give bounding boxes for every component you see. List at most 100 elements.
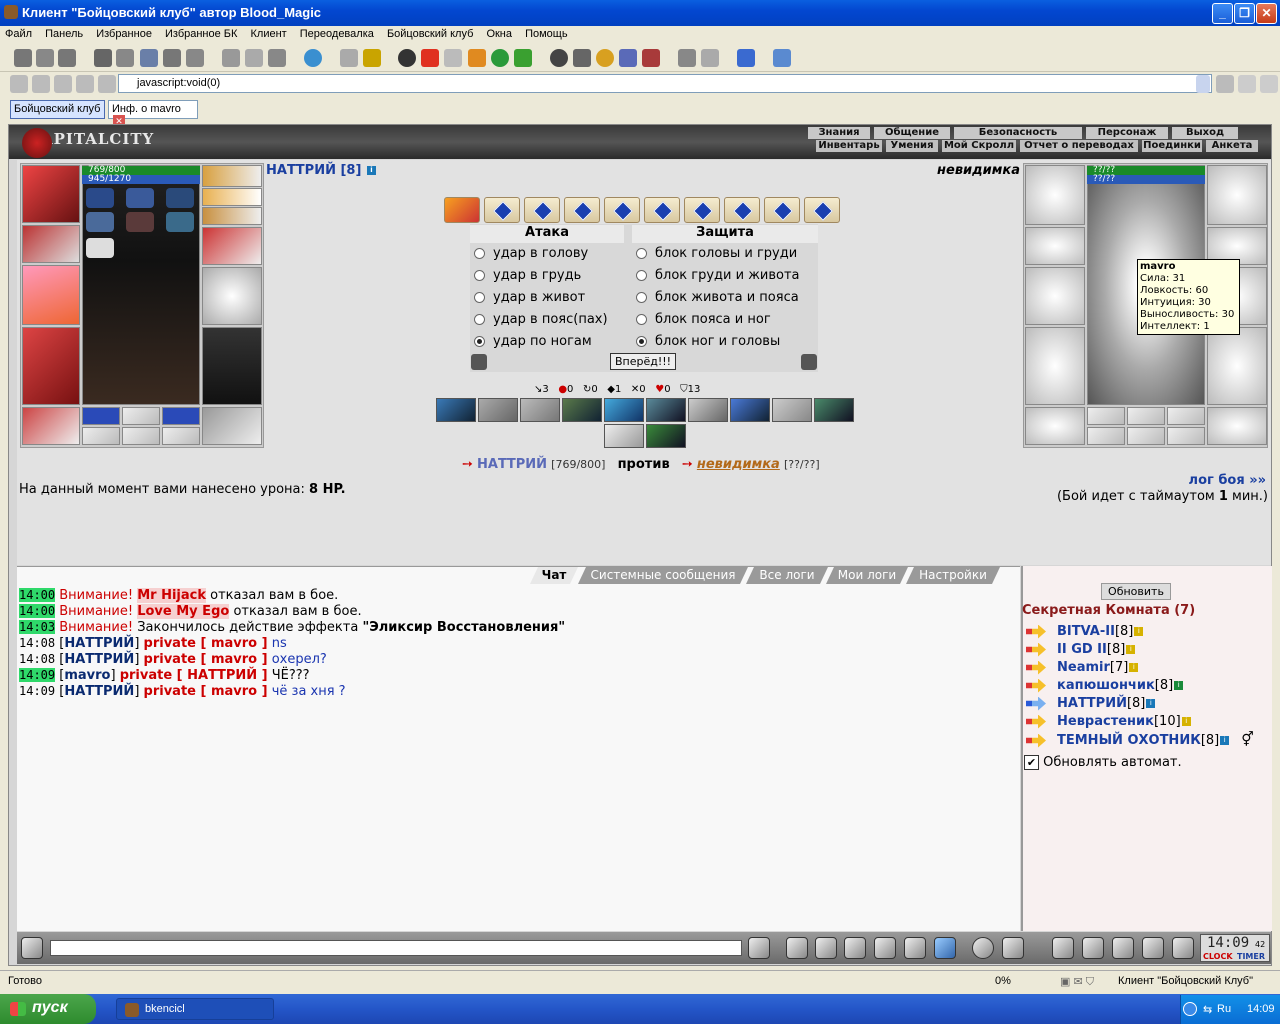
info-icon[interactable]: i [1220,736,1230,745]
user-name[interactable]: Неврастеник [1057,714,1154,729]
window-icon[interactable] [58,49,76,67]
attack-option-head[interactable]: удар в голову [474,244,588,264]
user-name[interactable]: II GD II [1057,642,1107,657]
enemy-name[interactable]: невидимка [900,163,1020,178]
menu-file[interactable]: Файл [0,26,37,42]
pet-icon[interactable] [86,238,114,258]
info-icon[interactable]: i [1181,717,1191,726]
minimize-button[interactable]: _ [1212,3,1233,24]
medal-icon[interactable] [596,49,614,67]
fight-arrow-icon[interactable] [1026,660,1046,675]
tab-mavro-info[interactable]: Инф. о mavro ✕ [108,100,198,127]
chat-username[interactable]: Mr Hijack [137,588,207,603]
play-icon[interactable] [737,49,755,67]
auto-refresh-checkbox[interactable]: ✔ [1024,755,1039,770]
info-icon[interactable]: i [1134,627,1144,636]
fight-arrow-icon[interactable] [1026,733,1046,748]
nav-profile[interactable]: Анкета [1206,140,1258,152]
fight-arrow-icon[interactable] [1026,678,1046,693]
refresh-icon[interactable] [801,354,817,370]
nav-security[interactable]: Безопасность [954,127,1082,139]
arrow-down-icon[interactable] [514,49,532,67]
defense-option-head-chest[interactable]: блок головы и груди [636,244,797,264]
fight-arrow-icon[interactable] [1026,624,1046,639]
attack-radio-selected[interactable] [474,336,485,347]
go-button[interactable]: Вперёд!!! [610,353,676,370]
smile-face-icon[interactable] [21,937,43,959]
refresh-icon[interactable] [98,75,116,93]
yin-yang-icon[interactable] [550,49,568,67]
stop-icon[interactable] [76,75,94,93]
effect-icon[interactable] [688,398,728,422]
user-item[interactable]: BITVA-II[8] i [1026,623,1144,641]
defense-option-belly-belt[interactable]: блок живота и пояса [636,288,799,308]
spell-icon[interactable] [166,212,194,232]
add-friend-icon[interactable]: ⚥ [1241,732,1254,748]
belt-slot[interactable] [22,407,80,445]
chat-sender[interactable]: НАТТРИЙ [64,652,134,667]
spell-icon[interactable] [126,212,154,232]
user-item[interactable]: Neamir[7] i [1026,659,1139,677]
defense-option-chest-belly[interactable]: блок груди и живота [636,266,800,286]
clock-widget[interactable]: 14:09 42 CLOCK TIMER [1200,934,1270,962]
user-item[interactable]: II GD II[8] i [1026,641,1136,659]
chat-private-to[interactable]: private [ mavro ] [144,636,268,651]
effect-icon[interactable] [478,398,518,422]
gift-icon[interactable] [642,49,660,67]
user-name[interactable]: BITVA-II [1057,624,1115,639]
address-dropdown-icon[interactable] [1196,75,1210,93]
chat-username[interactable]: Love My Ego [137,604,230,619]
nav-character[interactable]: Персонаж [1086,127,1168,139]
back-icon[interactable] [10,75,28,93]
tray-expand-icon[interactable] [1183,1002,1197,1016]
necklace-slot[interactable] [202,188,262,206]
figure-icon[interactable] [874,937,896,959]
info-icon[interactable] [701,49,719,67]
boots-slot[interactable] [202,407,262,445]
chat-private-to[interactable]: private [ mavro ] [144,652,268,667]
battle-log-link[interactable]: лог боя »» [1150,473,1266,488]
copy-icon[interactable] [222,49,240,67]
armor-slot[interactable] [22,327,80,405]
smiley-icon[interactable] [972,937,994,959]
attack-option-legs[interactable]: удар по ногам [474,332,592,352]
info-icon[interactable]: i [1129,663,1139,672]
info-icon[interactable]: i [1146,699,1156,708]
spell-icon[interactable] [126,188,154,208]
menu-windows[interactable]: Окна [481,26,517,42]
attack-radio[interactable] [474,248,485,259]
defense-radio[interactable] [636,248,647,259]
defense-radio[interactable] [636,314,647,325]
swords-icon[interactable] [573,49,591,67]
export-icon[interactable] [773,49,791,67]
effect-icon[interactable] [772,398,812,422]
filter-icon[interactable] [815,937,837,959]
menu-client[interactable]: Клиент [246,26,292,42]
tab-fight-club[interactable]: Бойцовский клуб [10,100,105,119]
tab-chat[interactable]: Чат [530,567,578,584]
user-item[interactable]: ТЕМНЫЙ ОХОТНИК[8] i ⚥ [1026,731,1254,749]
chat-private-to[interactable]: private [ НАТТРИЙ ] [120,668,268,683]
swords-icon[interactable] [471,354,487,370]
weapon-slot[interactable] [22,265,80,325]
auto-refresh-option[interactable]: ✔ Обновлять автомат. [1024,755,1182,770]
rune-slot[interactable] [162,407,200,425]
effect-icon[interactable] [604,424,644,448]
defense-radio-selected[interactable] [636,336,647,347]
mail-icon[interactable] [245,49,263,67]
tool-icon[interactable] [1260,75,1278,93]
nav-knowledge[interactable]: Знания [808,127,870,139]
versus-enemy[interactable]: невидимка [697,457,780,472]
nav-inventory[interactable]: Инвентарь [816,140,882,152]
network-icon[interactable]: ⇆ [1203,1003,1212,1016]
spell-icon[interactable] [86,212,114,232]
nav-transfer-report[interactable]: Отчет о переводах [1020,140,1138,152]
user-name[interactable]: Neamir [1057,660,1110,675]
heart-icon[interactable] [421,49,439,67]
nav-social[interactable]: Общение [874,127,950,139]
fight-arrow-icon[interactable] [1026,714,1046,729]
chart-icon[interactable] [468,49,486,67]
menu-favorites[interactable]: Избранное [91,26,157,42]
eraser-icon[interactable] [786,937,808,959]
scroll-icon[interactable] [724,197,760,223]
